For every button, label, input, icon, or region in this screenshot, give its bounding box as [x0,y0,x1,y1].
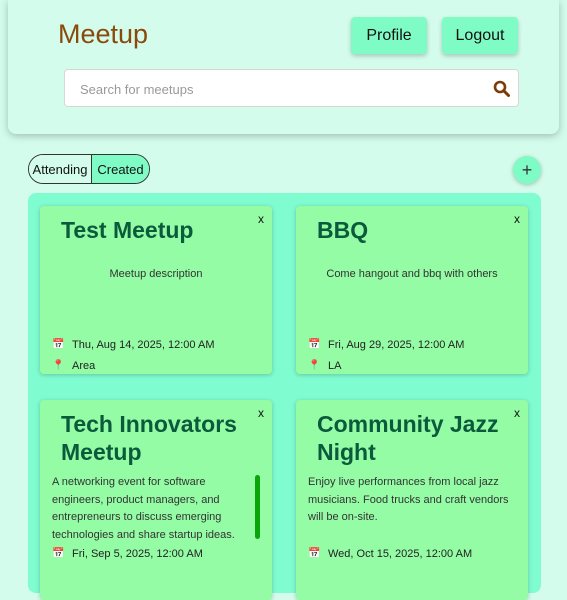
calendar-icon: 📅 [52,548,65,559]
meetup-date-text: Thu, Aug 14, 2025, 12:00 AM [72,339,215,351]
meetup-location: 📍 LA [308,360,341,372]
close-icon[interactable]: x [514,212,520,226]
meetup-title: Test Meetup [61,217,194,243]
meetup-description: A networking event for software engineer… [52,476,235,541]
close-icon[interactable]: x [258,212,264,226]
calendar-icon: 📅 [308,548,321,559]
attending-created-toggle: Attending Created [28,154,150,184]
pin-icon: 📍 [308,360,321,371]
meetup-title: Tech Innovators Meetup [61,411,237,465]
meetup-card[interactable]: x BBQ Come hangout and bbq with others 📅… [296,206,528,374]
meetup-date-text: Fri, Sep 5, 2025, 12:00 AM [72,548,203,560]
add-meetup-button[interactable]: + [513,156,541,184]
calendar-icon: 📅 [52,339,65,350]
scrollbar-thumb[interactable] [255,475,260,539]
calendar-icon: 📅 [308,339,321,350]
meetup-description: Meetup description [109,268,203,280]
meetup-date-text: Fri, Aug 29, 2025, 12:00 AM [328,339,465,351]
close-icon[interactable]: x [514,406,520,420]
meetup-title: BBQ [317,217,369,243]
app-title: Meetup [58,19,149,49]
logout-button[interactable]: Logout [442,17,518,54]
search-input[interactable] [78,70,482,108]
tab-attending[interactable]: Attending [29,155,92,183]
meetup-date: 📅 Wed, Oct 15, 2025, 12:00 AM [308,548,472,560]
meetup-title: Community Jazz Night [317,411,499,465]
meetup-grid: x Test Meetup Meetup description 📅 Thu, … [28,193,541,600]
meetup-description: Come hangout and bbq with others [326,268,498,280]
tab-created[interactable]: Created [92,155,149,183]
meetup-location-text: Area [72,360,96,372]
meetup-card[interactable]: x Tech Innovators Meetup A networking ev… [40,400,272,600]
meetup-card[interactable]: x Community Jazz Night Enjoy live perfor… [296,400,528,600]
meetup-location-text: LA [328,360,342,372]
pin-icon: 📍 [52,360,65,371]
search-bar [64,69,519,108]
meetup-date-text: Wed, Oct 15, 2025, 12:00 AM [328,548,473,560]
meetup-location: 📍 Area [52,360,95,372]
meetup-date: 📅 Fri, Aug 29, 2025, 12:00 AM [308,339,464,351]
meetup-card[interactable]: x Test Meetup Meetup description 📅 Thu, … [40,206,272,374]
meetup-date: 📅 Fri, Sep 5, 2025, 12:00 AM [52,548,203,560]
meetup-date: 📅 Thu, Aug 14, 2025, 12:00 AM [52,339,215,351]
meetup-description: Enjoy live performances from local jazz … [308,476,509,523]
close-icon[interactable]: x [258,406,264,420]
profile-button[interactable]: Profile [351,17,427,54]
header: Meetup Profile Logout [8,0,559,134]
search-icon[interactable] [493,80,510,97]
